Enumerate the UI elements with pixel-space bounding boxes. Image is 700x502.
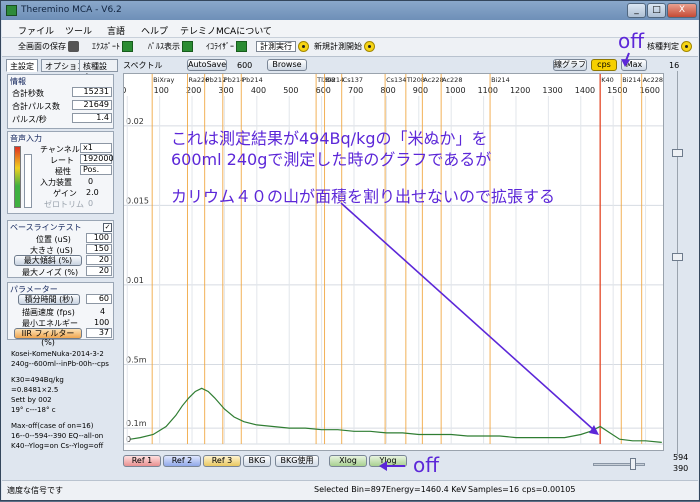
arrowhead-max — [621, 59, 630, 67]
main-window: Theremino MCA - V6.2 _ □ X ファイル ツール 言語 ヘ… — [0, 0, 700, 501]
energy-readout: Energy=1460.4 KeV — [386, 485, 467, 494]
arrowhead-ylog — [379, 461, 387, 471]
cps-readout: cps=0.00105 — [522, 485, 576, 494]
selected-bin: Selected Bin=897 — [314, 485, 386, 494]
arrow-to-k40 — [340, 202, 596, 432]
status-bar: 適度な信号です Selected Bin=897 Energy=1460.4 K… — [2, 480, 698, 500]
samples-readout: Samples=16 — [468, 485, 520, 494]
annotation-arrows — [340, 52, 630, 471]
signal-status: 適度な信号です — [7, 486, 63, 495]
